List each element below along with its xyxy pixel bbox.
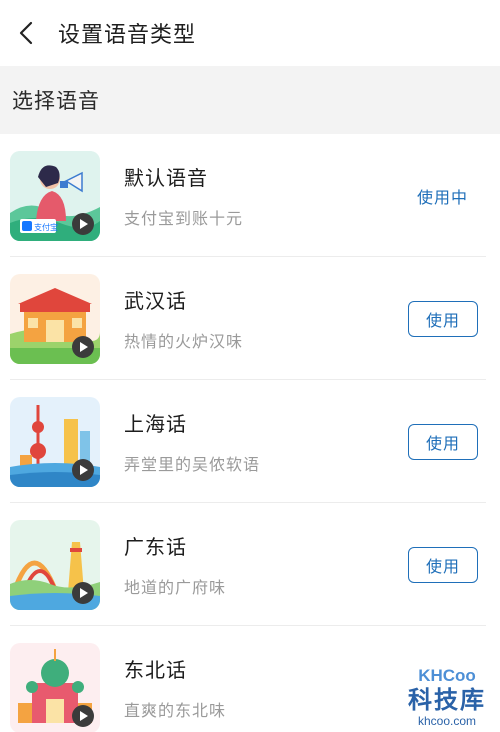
- page-title: 设置语音类型: [58, 23, 197, 48]
- use-button-guangdong[interactable]: 使用: [408, 546, 478, 583]
- watermark-name: 科技库: [408, 686, 486, 714]
- voice-description: 支付宝到账十元: [124, 209, 244, 228]
- voice-item-wuhan[interactable]: 武汉话 热情的火炉汉味 使用: [0, 257, 500, 380]
- voice-thumbnail-wuhan[interactable]: [10, 273, 100, 364]
- watermark-url: khcoo.com: [417, 714, 477, 728]
- voice-item-guangdong[interactable]: 广东话 地道的广府味 使用: [0, 503, 500, 626]
- play-icon[interactable]: [72, 335, 94, 358]
- play-icon[interactable]: [72, 704, 94, 727]
- in-use-status: 使用中: [416, 187, 468, 207]
- play-icon[interactable]: [72, 458, 94, 481]
- play-icon[interactable]: [72, 581, 94, 604]
- voice-thumbnail-guangdong[interactable]: [10, 519, 100, 610]
- chevron-left-icon: [19, 21, 33, 45]
- watermark: KHCoo 科技库 khcoo.com: [404, 666, 490, 728]
- voice-thumbnail-dongbei[interactable]: [10, 642, 100, 732]
- voice-list: 支付宝 默认语音 支付宝到账十元 使用中 武汉话 热情的火炉汉味 使用 上海话 …: [0, 134, 500, 732]
- use-button-wuhan[interactable]: 使用: [408, 300, 478, 337]
- nav-bar: 设置语音类型: [0, 0, 500, 66]
- play-icon[interactable]: [72, 212, 94, 235]
- voice-item-default[interactable]: 支付宝 默认语音 支付宝到账十元 使用中: [0, 134, 500, 257]
- thumb-brand-text: 支付宝: [34, 222, 58, 232]
- voice-thumbnail-shanghai[interactable]: [10, 396, 100, 487]
- voice-item-shanghai[interactable]: 上海话 弄堂里的吴侬软语 使用: [0, 380, 500, 503]
- section-header: 选择语音: [0, 66, 500, 134]
- back-button[interactable]: [14, 21, 38, 45]
- voice-thumbnail-default[interactable]: 支付宝: [10, 150, 100, 241]
- watermark-logo: KHCoo: [418, 666, 476, 685]
- use-button-shanghai[interactable]: 使用: [408, 423, 478, 460]
